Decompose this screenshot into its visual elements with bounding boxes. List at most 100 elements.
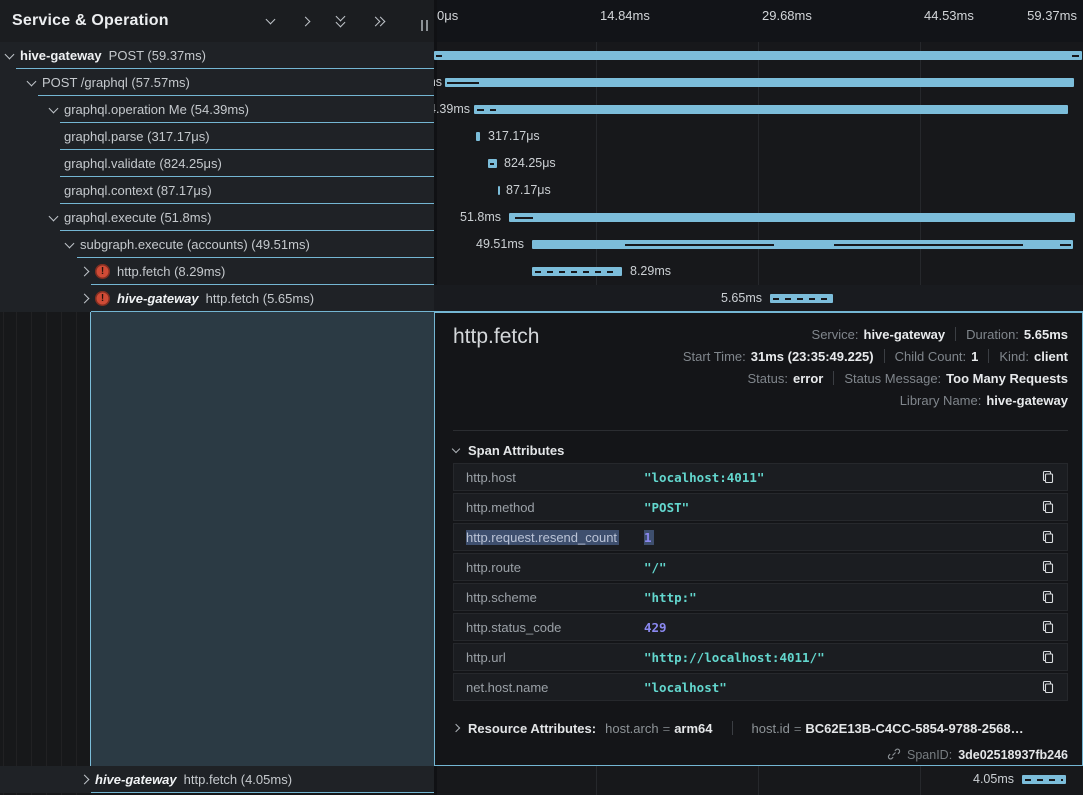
span-label: http.fetch (5.65ms) (206, 291, 314, 306)
attribute-value: 1 (644, 530, 1037, 545)
span-row-http-fetch-5ms-selected[interactable]: hive-gateway http.fetch (5.65ms) (0, 285, 434, 312)
expand-chevron-icon[interactable] (80, 294, 90, 304)
span-row-graphql-context[interactable]: graphql.context (87.17μs) (0, 177, 434, 204)
attribute-row: http.scheme "http:" (453, 583, 1068, 611)
span-label: subgraph.execute (accounts) (49.51ms) (80, 237, 310, 252)
service-label: Service: (812, 327, 859, 342)
span-bar[interactable] (1022, 775, 1066, 784)
library-name-value: hive-gateway (986, 393, 1068, 408)
span-bar[interactable] (498, 186, 500, 195)
copy-icon[interactable] (1037, 679, 1055, 695)
attribute-key: http.scheme (466, 590, 644, 605)
detail-meta: Service: hive-gateway Duration: 5.65ms S… (683, 323, 1068, 411)
span-row-graphql-validate[interactable]: graphql.validate (824.25μs) (0, 150, 434, 177)
copy-icon[interactable] (1037, 619, 1055, 635)
axis-tick: 29.68ms (762, 8, 812, 23)
panel-resize-handle[interactable] (421, 20, 428, 31)
copy-icon[interactable] (1037, 649, 1055, 665)
attribute-value: "localhost:4011" (644, 470, 1037, 485)
library-name-label: Library Name: (900, 393, 982, 408)
span-bar[interactable] (532, 267, 622, 276)
attribute-key: http.host (466, 470, 644, 485)
duration-label: Duration: (966, 327, 1019, 342)
copy-icon[interactable] (1037, 469, 1055, 485)
span-row-graphql-execute[interactable]: graphql.execute (51.8ms) (0, 204, 434, 231)
copy-icon[interactable] (1037, 559, 1055, 575)
attribute-row-selected: http.request.resend_count 1 (453, 523, 1068, 551)
copy-icon[interactable] (1037, 589, 1055, 605)
child-count-value: 1 (971, 349, 978, 364)
attribute-key: http.url (466, 650, 644, 665)
collapse-chevron-icon[interactable] (5, 49, 15, 59)
status-value: error (793, 371, 823, 386)
span-row-post-graphql[interactable]: POST /graphql (57.57ms) (0, 69, 434, 96)
span-attributes-section-toggle[interactable]: Span Attributes (453, 443, 564, 458)
copy-icon[interactable] (1037, 529, 1055, 545)
kind-label: Kind: (999, 349, 1029, 364)
span-bar[interactable] (434, 51, 1082, 60)
span-row-http-fetch-8ms[interactable]: http.fetch (8.29ms) (0, 258, 434, 285)
span-row-hive-gateway-post[interactable]: hive-gateway POST (59.37ms) (0, 42, 434, 69)
span-label: graphql.operation Me (54.39ms) (64, 102, 249, 117)
span-row-graphql-operation[interactable]: graphql.operation Me (54.39ms) (0, 96, 434, 123)
collapse-chevron-icon[interactable] (65, 238, 75, 248)
span-row-http-fetch-4ms[interactable]: hive-gateway http.fetch (4.05ms) (0, 766, 434, 793)
span-attributes-header: Span Attributes (468, 443, 564, 458)
expand-chevron-icon[interactable] (80, 775, 90, 785)
span-label: http.fetch (8.29ms) (117, 264, 225, 279)
span-detail-panel: http.fetch Service: hive-gateway Duratio… (434, 312, 1083, 766)
expand-chevron-icon[interactable] (80, 267, 90, 277)
link-icon[interactable] (887, 747, 901, 764)
resource-attributes-row[interactable]: Resource Attributes: host.arch=arm64 hos… (453, 717, 1068, 739)
bar-duration-label: 87.17μs (506, 177, 551, 204)
double-chevron-right-icon[interactable] (368, 11, 388, 31)
attribute-key: http.request.resend_count (466, 530, 644, 545)
divider (453, 430, 1068, 431)
attribute-row: http.status_code 429 (453, 613, 1068, 641)
collapse-chevron-icon[interactable] (49, 103, 59, 113)
span-bar[interactable] (474, 105, 1068, 114)
attribute-value: "http://localhost:4011/" (644, 650, 1037, 665)
bar-duration-label: 57.57ms (434, 69, 442, 96)
span-row-graphql-parse[interactable]: graphql.parse (317.17μs) (0, 123, 434, 150)
span-tree-panel: Service & Operation hive-gateway POST (5… (0, 0, 434, 795)
attribute-value: "http:" (644, 590, 1037, 605)
span-service: hive-gateway (117, 291, 199, 306)
collapse-chevron-icon[interactable] (49, 211, 59, 221)
resource-key: host.arch (605, 721, 658, 736)
status-message-value: Too Many Requests (946, 371, 1068, 386)
chevron-down-icon (452, 445, 460, 453)
span-bar[interactable] (770, 294, 833, 303)
span-bar[interactable] (509, 213, 1075, 222)
timeline-row-selected: 5.65ms (434, 285, 1083, 312)
timeline-row: 57.57ms (434, 69, 1083, 96)
panel-title: Service & Operation (12, 12, 169, 30)
bar-duration-label: 5.65ms (721, 285, 762, 312)
copy-icon[interactable] (1037, 499, 1055, 515)
attribute-key: net.host.name (466, 680, 644, 695)
error-icon (95, 264, 110, 279)
chevron-right-icon[interactable] (298, 11, 312, 31)
span-bar[interactable] (476, 132, 480, 141)
bar-duration-label: 824.25μs (504, 150, 556, 177)
bar-duration-label: 317.17μs (488, 123, 540, 150)
span-bar[interactable] (445, 78, 1074, 87)
service-value: hive-gateway (864, 327, 946, 342)
attribute-row: http.host "localhost:4011" (453, 463, 1068, 491)
bar-duration-label: 49.51ms (476, 231, 524, 258)
collapse-chevron-icon[interactable] (27, 76, 37, 86)
span-label: graphql.validate (824.25μs) (64, 156, 222, 171)
duration-value: 5.65ms (1024, 327, 1068, 342)
span-label: graphql.execute (51.8ms) (64, 210, 211, 225)
chevron-down-icon[interactable] (263, 11, 277, 31)
timeline-panel: 0μs 14.84ms 29.68ms 44.53ms 59.37ms 57.5… (434, 0, 1083, 795)
bar-duration-label: 8.29ms (630, 258, 671, 285)
span-label: POST /graphql (57.57ms) (42, 75, 190, 90)
start-time-label: Start Time: (683, 349, 746, 364)
span-bar[interactable] (532, 240, 1073, 249)
span-row-subgraph-execute[interactable]: subgraph.execute (accounts) (49.51ms) (0, 231, 434, 258)
attribute-row: http.method "POST" (453, 493, 1068, 521)
double-chevron-down-icon[interactable] (333, 11, 347, 31)
span-label: graphql.context (87.17μs) (64, 183, 212, 198)
span-bar[interactable] (488, 159, 497, 168)
